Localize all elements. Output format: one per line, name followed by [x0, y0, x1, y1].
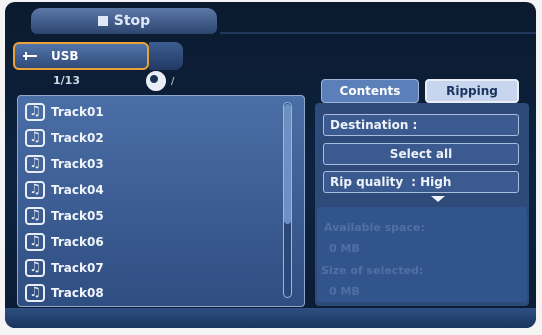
list-item[interactable]: ♫ Track02 [25, 126, 104, 150]
media-player-screen: Stop USB 1/13 / ♫ Track01 ♫ Track02 ♫ Tr… [5, 2, 536, 328]
list-item[interactable]: ♫ Track01 [25, 100, 104, 124]
track-title: Track05 [51, 209, 104, 223]
size-selected-value: 0 MB [329, 285, 360, 298]
track-title: Track08 [51, 286, 104, 300]
music-note-icon: ♫ [25, 181, 45, 199]
usb-source-tab[interactable]: USB [13, 42, 149, 70]
track-title: Track01 [51, 105, 104, 119]
track-title: Track03 [51, 157, 104, 171]
tab-ripping[interactable]: Ripping [425, 79, 519, 103]
music-note-icon: ♫ [25, 103, 45, 121]
list-item[interactable]: ♫ Track08 [25, 281, 104, 305]
list-item[interactable]: ♫ Track07 [25, 256, 104, 280]
scrollbar-thumb[interactable] [284, 104, 291, 224]
music-note-icon: ♫ [25, 284, 45, 302]
playback-status-bar[interactable]: Stop [31, 8, 217, 34]
rip-quality-label: Rip quality [330, 175, 404, 189]
music-note-icon: ♫ [25, 155, 45, 173]
select-all-button[interactable]: Select all [323, 143, 519, 165]
playback-status-label: Stop [113, 13, 151, 29]
top-divider [220, 32, 536, 34]
destination-field[interactable]: Destination : [323, 114, 519, 136]
tab-contents[interactable]: Contents [321, 79, 419, 103]
list-item[interactable]: ♫ Track06 [25, 230, 104, 254]
disc-icon [146, 71, 166, 91]
track-count: 1/13 [53, 74, 80, 87]
music-note-icon: ♫ [25, 233, 45, 251]
track-title: Track02 [51, 131, 104, 145]
music-note-icon: ♫ [25, 259, 45, 277]
select-all-label: Select all [389, 147, 453, 161]
music-note-icon: ♫ [25, 129, 45, 147]
list-item[interactable]: ♫ Track04 [25, 178, 104, 202]
usb-icon [23, 52, 37, 60]
rip-quality-selector[interactable]: Rip quality : High [323, 171, 519, 193]
chevron-down-icon[interactable] [431, 196, 445, 202]
size-selected-label: Size of selected: [321, 264, 424, 277]
rip-quality-value: : High [411, 175, 452, 189]
available-space-label: Available space: [324, 221, 425, 234]
track-title: Track07 [51, 261, 104, 275]
folder-path: / [171, 76, 175, 87]
list-item[interactable]: ♫ Track03 [25, 152, 104, 176]
destination-label: Destination : [330, 118, 418, 132]
available-space-value: 0 MB [329, 242, 360, 255]
source-tab-extension [149, 42, 183, 70]
stop-icon [97, 16, 108, 26]
music-note-icon: ♫ [25, 207, 45, 225]
list-item[interactable]: ♫ Track05 [25, 204, 104, 228]
track-title: Track04 [51, 183, 104, 197]
bottom-bar [5, 308, 536, 328]
usb-source-label: USB [51, 49, 79, 63]
track-title: Track06 [51, 235, 104, 249]
